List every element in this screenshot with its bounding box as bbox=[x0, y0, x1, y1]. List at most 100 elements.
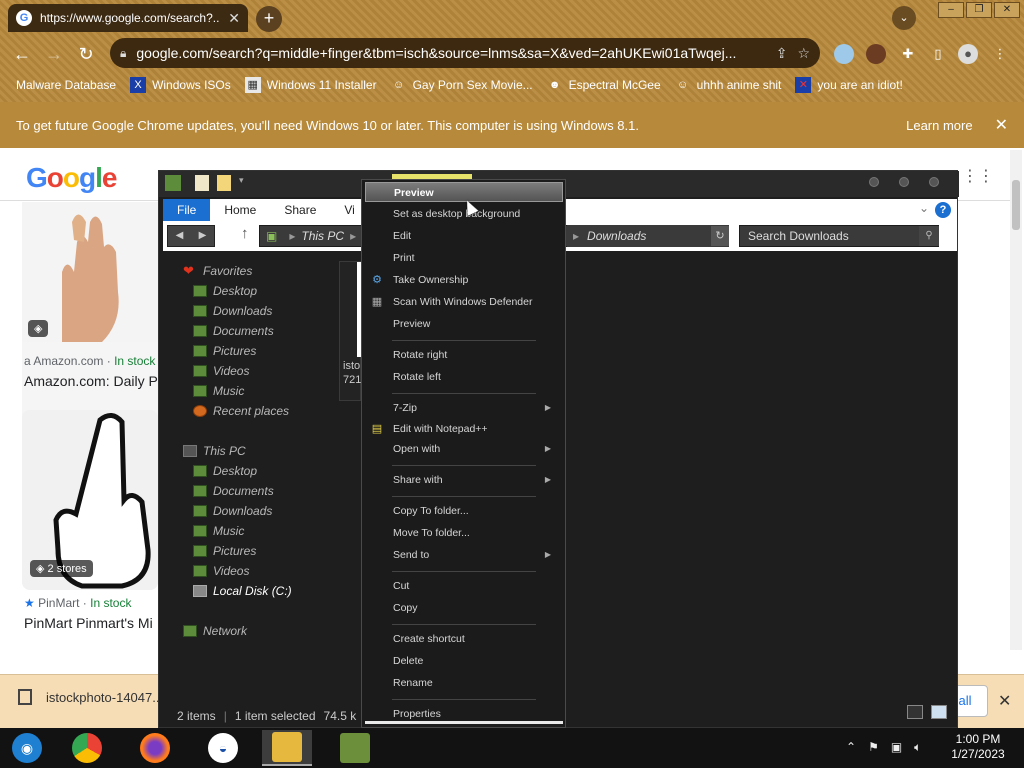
nav-item-music[interactable]: Music bbox=[193, 521, 244, 541]
new-tab-button[interactable]: + bbox=[256, 6, 282, 32]
learn-more-link[interactable]: Learn more bbox=[906, 118, 972, 133]
tab-share[interactable]: Share bbox=[270, 199, 330, 221]
profile-avatar-icon[interactable]: ● bbox=[958, 44, 978, 64]
menu-item-rotate-left[interactable]: Rotate left bbox=[365, 367, 563, 387]
tab-home[interactable]: Home bbox=[210, 199, 270, 221]
refresh-icon[interactable]: ↻ bbox=[711, 226, 729, 246]
taskbar-firefox[interactable] bbox=[130, 730, 180, 766]
menu-item-share-with[interactable]: Share with ▶ bbox=[365, 470, 563, 490]
tab-file[interactable]: File bbox=[163, 199, 211, 221]
page-scrollbar[interactable] bbox=[1010, 150, 1022, 650]
nav-item-videos[interactable]: Videos bbox=[193, 361, 249, 381]
nav-item-documents[interactable]: Documents bbox=[193, 321, 274, 341]
menu-item-cut[interactable]: Cut bbox=[365, 576, 563, 596]
address-bar[interactable]: 🔒︎ google.com/search?q=middle+finger&tbm… bbox=[110, 38, 820, 68]
browser-tab[interactable]: G https://www.google.com/search?... ✕ bbox=[8, 4, 248, 32]
large-icons-view-icon[interactable] bbox=[931, 705, 947, 719]
nav-thispc[interactable]: This PC bbox=[183, 441, 246, 461]
menu-item-print[interactable]: Print bbox=[365, 248, 563, 268]
menu-item-create-shortcut[interactable]: Create shortcut bbox=[365, 629, 563, 649]
network-icon[interactable]: ▣ bbox=[891, 740, 902, 755]
menu-item-rotate-right[interactable]: Rotate right bbox=[365, 345, 563, 365]
result-title[interactable]: PinMart Pinmart's Mi bbox=[24, 615, 153, 631]
tray-expand-icon[interactable]: ⌃ bbox=[846, 740, 856, 755]
bookmark-item[interactable]: ✕ you are an idiot! bbox=[795, 77, 903, 93]
taskbar-explorer[interactable] bbox=[262, 730, 312, 766]
nav-network[interactable]: Network bbox=[183, 621, 247, 641]
menu-item-edit-notepadpp[interactable]: ▤ Edit with Notepad++ bbox=[365, 419, 563, 439]
google-logo[interactable]: Google bbox=[26, 162, 117, 194]
nav-item-downloads[interactable]: Downloads bbox=[193, 301, 272, 321]
nav-item-downloads[interactable]: Downloads bbox=[193, 501, 272, 521]
menu-item-delete[interactable]: Delete bbox=[365, 651, 563, 671]
forward-arrow-icon[interactable]: → bbox=[40, 40, 68, 68]
reload-icon[interactable]: ↻ bbox=[72, 40, 100, 68]
menu-item-copy[interactable]: Copy bbox=[365, 598, 563, 618]
scrollbar-thumb[interactable] bbox=[1012, 180, 1020, 230]
bookmark-star-icon[interactable]: ☆ bbox=[797, 45, 810, 62]
menu-item-rename[interactable]: Rename bbox=[365, 673, 563, 693]
taskbar-chrome[interactable] bbox=[62, 730, 112, 766]
bookmark-item[interactable]: Malware Database bbox=[16, 78, 116, 92]
up-arrow-icon[interactable]: ↑ bbox=[241, 225, 249, 242]
result-title[interactable]: Amazon.com: Daily P bbox=[24, 373, 158, 389]
menu-item-preview-2[interactable]: Preview bbox=[365, 314, 563, 334]
expand-ribbon-icon[interactable]: ⌄ bbox=[919, 201, 929, 215]
help-icon[interactable]: ? bbox=[935, 202, 951, 218]
nav-favorites[interactable]: ❤ Favorites bbox=[183, 261, 252, 281]
google-apps-icon[interactable]: ⋮⋮ bbox=[962, 166, 994, 185]
nav-item-videos[interactable]: Videos bbox=[193, 561, 249, 581]
search-input[interactable]: Search Downloads bbox=[739, 225, 939, 247]
extensions-puzzle-icon[interactable]: ✚ bbox=[898, 44, 918, 64]
menu-item-preview[interactable]: Preview bbox=[365, 182, 563, 202]
start-button[interactable]: ◉ bbox=[2, 730, 52, 766]
infobar-close-icon[interactable]: ✕ bbox=[995, 115, 1008, 135]
breadcrumb-thispc[interactable]: This PC bbox=[301, 229, 344, 243]
nav-item-pictures[interactable]: Pictures bbox=[193, 341, 256, 361]
tab-search-button[interactable]: ⌄ bbox=[892, 6, 916, 30]
flag-icon[interactable]: ⚑ bbox=[868, 740, 879, 755]
menu-item-copy-to-folder[interactable]: Copy To folder... bbox=[365, 501, 563, 521]
taskbar-app[interactable]: ◒ bbox=[198, 730, 248, 766]
details-view-icon[interactable] bbox=[907, 705, 923, 719]
lock-icon[interactable]: 🔒︎ bbox=[120, 46, 126, 61]
menu-item-open-with[interactable]: Open with ▶ bbox=[365, 439, 563, 459]
maximize-button[interactable] bbox=[899, 177, 909, 187]
taskbar-app-2[interactable] bbox=[330, 730, 380, 766]
minimize-button[interactable]: – bbox=[938, 2, 964, 18]
download-item[interactable]: istockphoto-14047... bbox=[18, 689, 163, 705]
download-bar-close-icon[interactable]: ✕ bbox=[998, 691, 1011, 711]
extension-flag-icon[interactable] bbox=[834, 44, 854, 64]
share-icon[interactable]: ⇪ bbox=[776, 45, 788, 62]
back-arrow-icon[interactable]: ← bbox=[8, 40, 36, 68]
menu-item-7zip[interactable]: 7-Zip ▶ bbox=[365, 398, 563, 418]
volume-icon[interactable]: 🔈︎ bbox=[914, 740, 921, 755]
maximize-button[interactable]: ❐ bbox=[966, 2, 992, 18]
nav-item-desktop[interactable]: Desktop bbox=[193, 281, 257, 301]
nav-item-desktop[interactable]: Desktop bbox=[193, 461, 257, 481]
nav-item-documents[interactable]: Documents bbox=[193, 481, 274, 501]
properties-icon[interactable] bbox=[195, 175, 209, 191]
bookmark-item[interactable]: ☺ uhhh anime shit bbox=[675, 77, 781, 93]
new-folder-icon[interactable] bbox=[217, 175, 231, 191]
chrome-menu-icon[interactable]: ⋮ bbox=[990, 44, 1010, 64]
clock[interactable]: 1:00 PM 1/27/2023 bbox=[936, 732, 1020, 762]
menu-item-take-ownership[interactable]: ⚙ Take Ownership bbox=[365, 270, 563, 290]
menu-item-scan-defender[interactable]: ▦ Scan With Windows Defender bbox=[365, 292, 563, 312]
file-item[interactable]: isto 721 bbox=[339, 261, 362, 401]
nav-item-music[interactable]: Music bbox=[193, 381, 244, 401]
bookmark-item[interactable]: ☺ Gay Porn Sex Movie... bbox=[391, 77, 533, 93]
close-button[interactable] bbox=[929, 177, 939, 187]
minimize-button[interactable] bbox=[869, 177, 879, 187]
nav-item-recent-places[interactable]: Recent places bbox=[193, 401, 289, 421]
customize-qa-icon[interactable]: ▾ bbox=[239, 175, 249, 191]
nav-item-pictures[interactable]: Pictures bbox=[193, 541, 256, 561]
close-window-button[interactable]: ✕ bbox=[994, 2, 1020, 18]
extension-avatar-icon[interactable] bbox=[866, 44, 886, 64]
menu-item-move-to-folder[interactable]: Move To folder... bbox=[365, 523, 563, 543]
tab-close-icon[interactable]: ✕ bbox=[228, 10, 240, 27]
bookmark-item[interactable]: ▦ Windows 11 Installer bbox=[244, 77, 377, 93]
forward-icon[interactable]: ▶ bbox=[191, 226, 214, 246]
bookmark-item[interactable]: ☻ Espectral McGee bbox=[547, 77, 661, 93]
nav-item-local-disk[interactable]: Local Disk (C:) bbox=[193, 581, 292, 601]
